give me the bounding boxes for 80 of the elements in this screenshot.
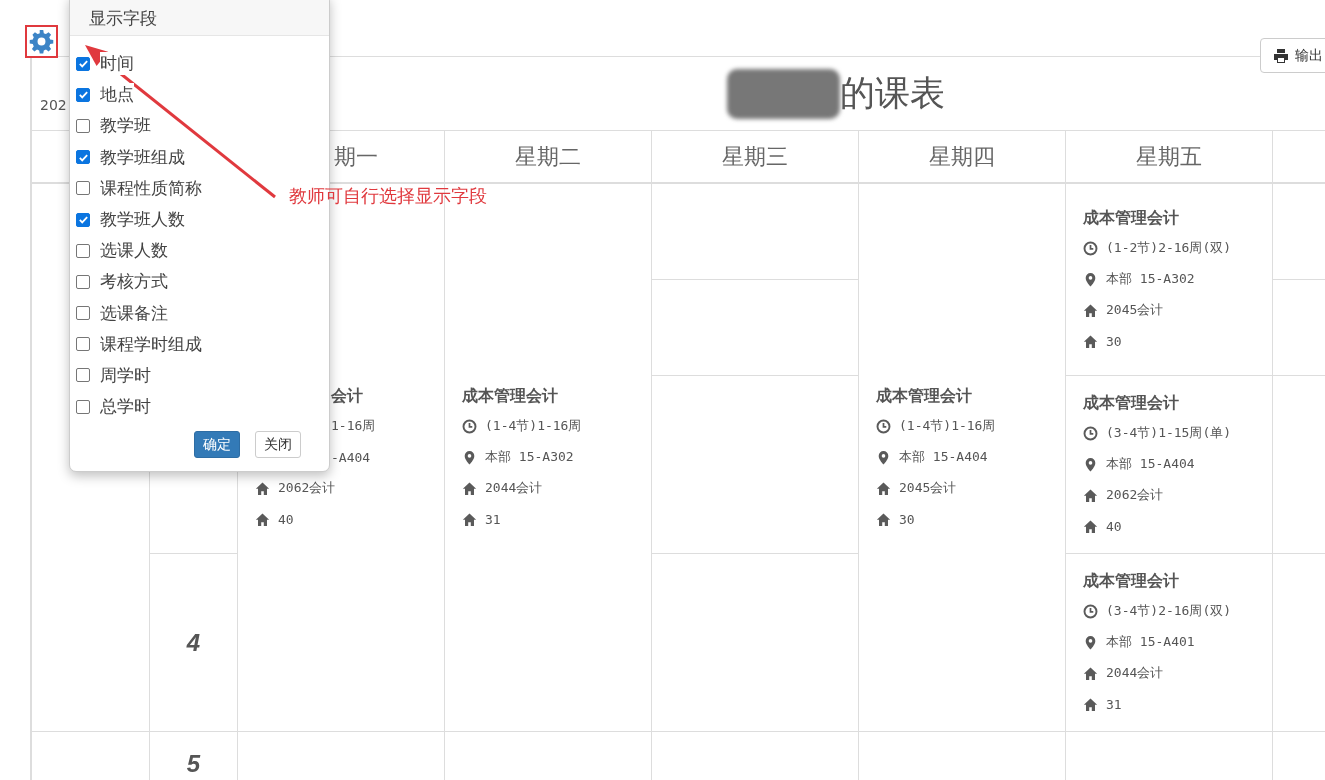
course-detail: (1-2节)2-16周(双) [1106,239,1232,257]
course-detail: 31 [485,511,501,527]
course-title: 成本管理会计 [1083,391,1180,414]
checkbox[interactable] [76,212,90,227]
course-title: 成本管理会计 [1083,206,1180,229]
popup-title: 显示字段 [89,6,157,30]
house-icon [876,511,891,527]
checkbox[interactable] [76,181,90,196]
course-detail: 2045会计 [1106,301,1164,319]
course-detail: 2062会计 [1106,486,1164,504]
course-detail: 30 [1106,333,1122,349]
term-label: 202 [40,96,68,113]
checkbox[interactable] [76,399,90,414]
course-detail: 2044会计 [1106,664,1164,682]
checkbox[interactable] [76,56,90,71]
column-header: 期一 [334,142,378,171]
checkbox[interactable] [76,243,90,258]
clock-icon [462,418,477,434]
timetable-title: 的课表 [840,72,945,115]
column-header: 星期五 [1136,142,1202,171]
export-button[interactable]: 输出 [1260,38,1325,73]
checkbox[interactable] [76,274,90,289]
course-detail: 1-16周 [331,417,376,435]
column-header: 星期三 [722,142,788,171]
house-icon [1083,518,1098,534]
course-title: 成本管理会计 [1083,569,1180,592]
checkbox[interactable] [76,150,90,165]
course-detail: (3-4节)1-15周(单) [1106,424,1232,442]
clock-icon [876,418,891,434]
course-detail: (1-4节)1-16周 [899,417,996,435]
close-button[interactable]: 关闭 [255,431,301,459]
course-title: 成本管理会计 [876,384,973,407]
course-detail: 2062会计 [278,479,336,497]
checkbox[interactable] [76,87,90,102]
house-icon [462,480,477,496]
house-icon [1083,302,1098,318]
house-icon [1083,665,1098,681]
printer-icon [1273,47,1289,64]
house-icon [876,480,891,496]
checkbox[interactable] [76,118,90,133]
period-number: 5 [186,750,201,778]
house-icon [1083,487,1098,503]
course-detail: (3-4节)2-16周(双) [1106,602,1232,620]
house-icon [1083,696,1098,712]
column-header: 星期四 [929,142,995,171]
house-icon [255,480,270,496]
course-detail: 本部 15-A302 [485,448,574,466]
clock-icon [1083,603,1098,619]
map-pin-icon [1083,634,1098,650]
house-icon [255,511,270,527]
course-detail: 2045会计 [899,479,957,497]
clock-icon [1083,425,1098,441]
course-detail: 本部 15-A302 [1106,270,1195,288]
course-detail: 30 [899,511,915,527]
course-title: 会计 [331,384,364,407]
clock-icon [1083,240,1098,256]
course-detail: 31 [1106,696,1122,712]
annotation-text: 教师可自行选择显示字段 [289,184,487,208]
course-detail: 本部 15-A404 [1106,455,1195,473]
confirm-button[interactable]: 确定 [194,431,240,459]
checkbox[interactable] [76,368,90,383]
course-detail: 本部 15-A404 [899,448,988,466]
house-icon [462,511,477,527]
column-header: 星期二 [515,142,581,171]
course-detail: 40 [278,511,294,527]
map-pin-icon [1083,456,1098,472]
map-pin-icon [876,449,891,465]
house-icon [1083,333,1098,349]
map-pin-icon [1083,271,1098,287]
course-detail: 2044会计 [485,479,543,497]
map-pin-icon [462,449,477,465]
period-number: 4 [186,628,201,657]
checkbox-label[interactable]: 时间 [100,52,134,76]
course-detail: 40 [1106,518,1122,534]
course-detail: 本部 15-A401 [1106,633,1195,651]
checkbox[interactable] [76,337,90,352]
course-detail: (1-4节)1-16周 [485,417,582,435]
course-detail: -A404 [331,449,371,465]
checkbox[interactable] [76,306,90,321]
course-title: 成本管理会计 [462,384,559,407]
